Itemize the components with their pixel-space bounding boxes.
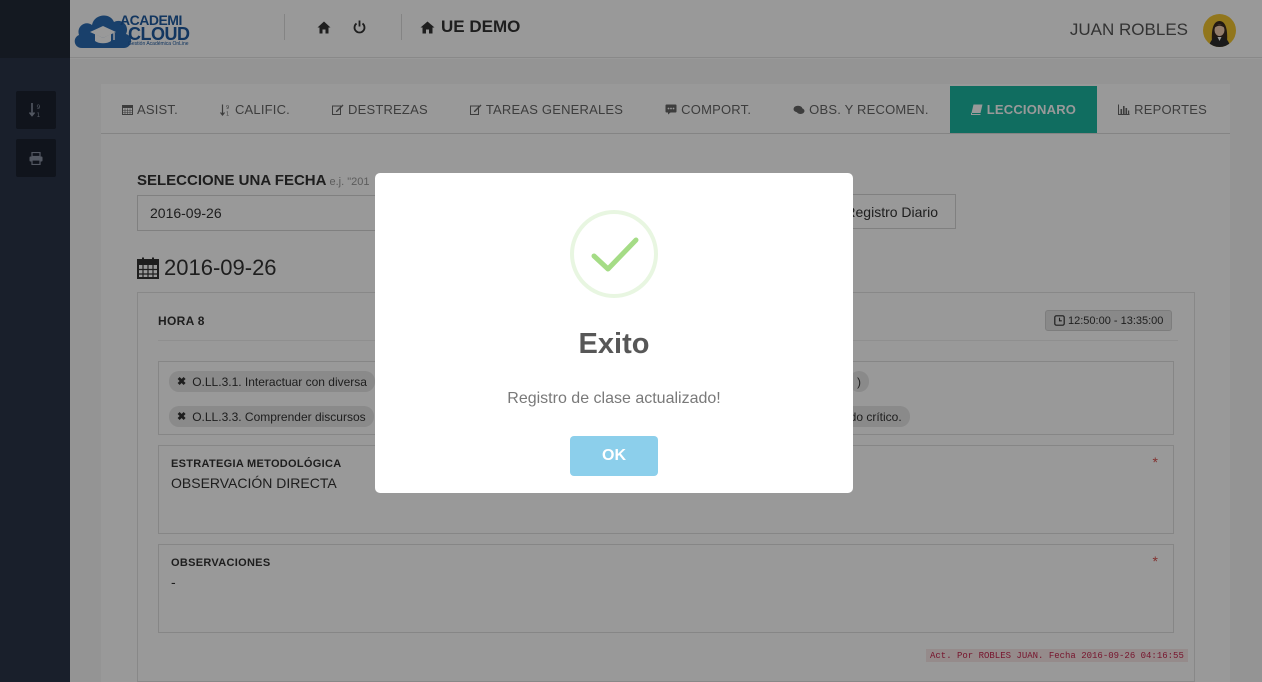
checkmark-icon bbox=[591, 237, 639, 272]
dialog-title: Exito bbox=[578, 328, 650, 360]
dialog-message: Registro de clase actualizado! bbox=[507, 390, 721, 407]
success-dialog: Exito Registro de clase actualizado! OK bbox=[375, 173, 853, 493]
ok-button[interactable]: OK bbox=[570, 436, 658, 476]
